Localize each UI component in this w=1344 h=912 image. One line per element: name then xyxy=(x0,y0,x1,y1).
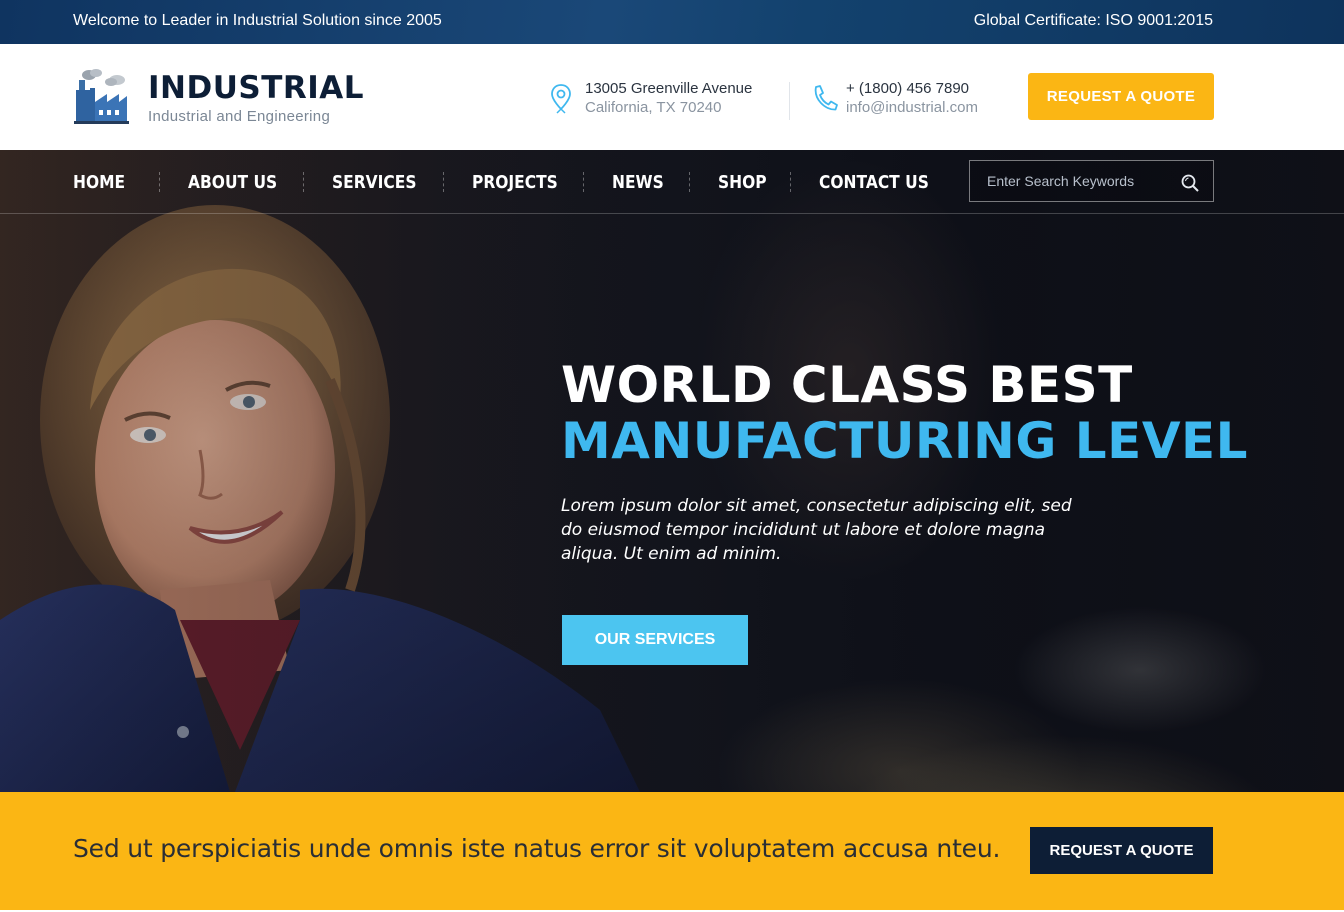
brand-name: INDUSTRIAL xyxy=(148,70,365,106)
hero-section: HOME ABOUT US SERVICES PROJECTS NEWS SHO… xyxy=(0,150,1344,792)
map-pin-icon xyxy=(551,84,571,114)
our-services-button[interactable]: OUR SERVICES xyxy=(562,615,748,665)
request-quote-button[interactable]: REQUEST A QUOTE xyxy=(1028,73,1214,120)
cta-request-quote-button[interactable]: REQUEST A QUOTE xyxy=(1030,827,1213,874)
address-line1: 13005 Greenville Avenue xyxy=(585,80,753,97)
nav-divider xyxy=(303,172,305,192)
nav-divider xyxy=(790,172,792,192)
top-bar: Welcome to Leader in Industrial Solution… xyxy=(0,0,1344,44)
nav-item-news[interactable]: NEWS xyxy=(612,172,664,193)
hero-title-line1: WORLD CLASS BEST xyxy=(561,356,1133,414)
nav-item-projects[interactable]: PROJECTS xyxy=(472,172,558,193)
nav-divider xyxy=(158,172,160,192)
hero-overlay xyxy=(0,150,1344,792)
search-icon[interactable] xyxy=(1180,173,1200,193)
certificate-text: Global Certificate: ISO 9001:2015 xyxy=(973,12,1213,29)
nav-divider xyxy=(688,172,690,192)
address-line2: California, TX 70240 xyxy=(585,99,722,116)
search-box xyxy=(969,160,1214,202)
welcome-text: Welcome to Leader in Industrial Solution… xyxy=(73,12,442,29)
nav-divider xyxy=(583,172,585,192)
hero-title-line2: MANUFACTURING LEVEL xyxy=(561,412,1249,470)
cta-text: Sed ut perspiciatis unde omnis iste natu… xyxy=(73,834,1001,863)
nav-divider xyxy=(442,172,444,192)
header-divider xyxy=(789,82,790,120)
factory-icon xyxy=(74,69,129,124)
contact-phone: + (1800) 456 7890 info@industrial.com xyxy=(810,80,1010,120)
main-nav: HOME ABOUT US SERVICES PROJECTS NEWS SHO… xyxy=(0,150,1344,214)
site-header: INDUSTRIAL Industrial and Engineering 13… xyxy=(0,44,1344,150)
logo[interactable]: INDUSTRIAL Industrial and Engineering xyxy=(73,68,364,128)
cta-strip: Sed ut perspiciatis unde omnis iste natu… xyxy=(0,792,1344,910)
phone-number[interactable]: + (1800) 456 7890 xyxy=(846,80,969,97)
nav-item-shop[interactable]: SHOP xyxy=(718,172,767,193)
nav-item-home[interactable]: HOME xyxy=(73,172,125,193)
brand-tagline: Industrial and Engineering xyxy=(148,108,331,125)
nav-item-services[interactable]: SERVICES xyxy=(332,172,416,193)
nav-item-contact-us[interactable]: CONTACT US xyxy=(819,172,929,193)
phone-icon xyxy=(814,85,838,111)
search-input[interactable] xyxy=(970,161,1170,201)
email-address[interactable]: info@industrial.com xyxy=(846,99,978,116)
contact-address: 13005 Greenville Avenue California, TX 7… xyxy=(549,80,779,120)
nav-item-about-us[interactable]: ABOUT US xyxy=(188,172,277,193)
hero-description: Lorem ipsum dolor sit amet, consectetur … xyxy=(561,496,1072,564)
